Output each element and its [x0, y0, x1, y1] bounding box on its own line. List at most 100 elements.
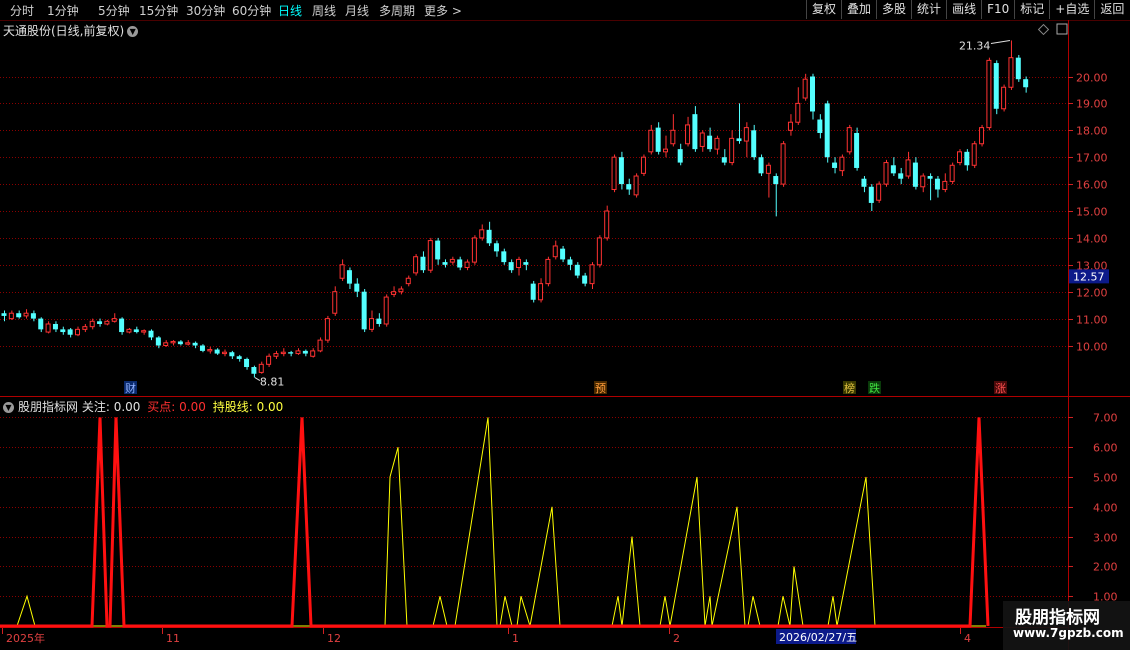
candle-body-down	[361, 291, 367, 330]
price-tick-label: 11.00	[1076, 314, 1108, 327]
hold-line-label: 持股线:	[212, 400, 253, 414]
candle-body-down	[302, 350, 308, 354]
candle-body-up	[604, 210, 610, 239]
candle-body-up	[45, 323, 51, 333]
candle-body-up	[170, 340, 176, 344]
candle-body-up	[310, 350, 316, 357]
candlestick-series	[1, 40, 1029, 378]
candle-body-down	[993, 63, 999, 109]
chart-annotations: 21.34 8.81 财 预 榜跌 涨	[124, 23, 1068, 395]
candle-body-up	[802, 78, 808, 99]
candle-body-down	[457, 259, 463, 268]
candle-body-up	[640, 156, 646, 174]
candle-body-up	[949, 164, 955, 182]
date-tick-label: 1	[512, 632, 519, 645]
candle-body-up	[391, 291, 397, 295]
candle-body-down	[30, 313, 36, 319]
candle-body-up	[589, 264, 595, 285]
candle-body-up	[699, 132, 705, 147]
candle-body-up	[405, 277, 411, 285]
candle-body-up	[685, 124, 691, 145]
candle-body-up	[23, 312, 29, 317]
indicator-name: 股朋指标网	[18, 400, 79, 414]
candle-body-down	[567, 259, 573, 265]
price-tick-label: 20.00	[1076, 72, 1108, 85]
candle-body-up	[714, 137, 720, 150]
candle-body-up	[670, 129, 676, 145]
focus-line	[0, 417, 986, 627]
candle-body-up	[905, 159, 911, 177]
chevron-down-icon[interactable]: ▼	[127, 26, 139, 37]
candle-body-down	[508, 262, 514, 271]
candle-body-up	[104, 320, 110, 325]
event-marker-label: 跌	[869, 381, 880, 395]
low-price-label: 8.81	[260, 376, 285, 389]
candle-body-down	[861, 178, 867, 187]
candle-body-up	[538, 283, 544, 301]
candle-body-up	[839, 156, 845, 172]
candle-body-down	[97, 321, 103, 324]
candle-body-down	[346, 270, 352, 284]
buy-point-value: 0.00	[179, 400, 206, 414]
candle-body-down	[626, 184, 632, 190]
indicator-tick-label: 2.00	[1093, 561, 1118, 574]
candle-body-up	[332, 291, 338, 314]
candle-body-up	[479, 229, 485, 239]
candle-body-up	[663, 148, 668, 153]
candle-body-down	[229, 352, 235, 357]
candle-body-down	[1, 313, 7, 316]
event-marker-label: 涨	[995, 382, 1006, 395]
kline-chart-canvas[interactable]: 20.0019.0018.0017.0016.0015.0014.0013.00…	[0, 0, 1130, 650]
candle-body-down	[148, 330, 154, 338]
candle-body-down	[501, 251, 507, 263]
indicator-tick-label: 6.00	[1093, 442, 1118, 455]
candle-body-up	[295, 350, 301, 355]
candle-body-up	[89, 320, 95, 328]
candle-body-down	[251, 367, 257, 374]
candle-body-down	[288, 352, 294, 354]
candle-body-down	[1015, 57, 1021, 80]
candle-body-down	[574, 264, 580, 276]
candle-body-down	[67, 329, 73, 335]
candle-body-down	[721, 157, 727, 163]
candle-body-down	[817, 119, 823, 133]
chevron-down-icon[interactable]: ▼	[3, 402, 14, 413]
diamond-icon	[1037, 23, 1050, 36]
candle-body-down	[442, 262, 448, 265]
date-tick-label: 2025年	[6, 631, 45, 645]
candle-body-down	[618, 157, 624, 185]
candle-body-down	[236, 356, 242, 359]
candle-body-up	[75, 328, 80, 336]
price-tick-label: 16.00	[1076, 179, 1108, 192]
candle-body-up	[596, 237, 602, 266]
candle-body-up	[979, 127, 985, 145]
candle-body-down	[912, 162, 918, 187]
candle-body-up	[780, 143, 786, 185]
stock-title[interactable]: 天通股份(日线,前复权) ▼	[3, 22, 139, 39]
candle-body-up	[765, 164, 771, 174]
candle-body-down	[530, 283, 536, 300]
candle-body-down	[486, 229, 492, 244]
candle-body-up	[795, 102, 801, 123]
candle-body-down	[824, 103, 830, 158]
candle-body-down	[898, 173, 904, 179]
candle-body-up	[957, 151, 962, 164]
date-tick-label: 4	[964, 632, 971, 645]
focus-value: 0.00	[113, 400, 141, 414]
price-tick-label: 12.00	[1076, 287, 1108, 300]
candle-body-down	[854, 132, 860, 168]
date-cursor-label: 2026/02/27/五	[779, 631, 857, 644]
candle-body-down	[560, 248, 566, 260]
focus-label: 关注:	[81, 400, 110, 414]
candle-body-down	[677, 149, 683, 163]
candle-body-down	[868, 186, 874, 203]
candle-body-up	[317, 339, 323, 352]
candle-body-up	[920, 175, 926, 188]
candle-body-up	[876, 183, 882, 201]
candle-body-up	[743, 127, 749, 142]
candle-body-up	[449, 258, 455, 263]
candle-body-up	[611, 156, 617, 190]
indicator-tick-label: 3.00	[1093, 532, 1118, 545]
chart-grid	[0, 20, 1130, 650]
high-price-arrow	[990, 39, 1011, 44]
